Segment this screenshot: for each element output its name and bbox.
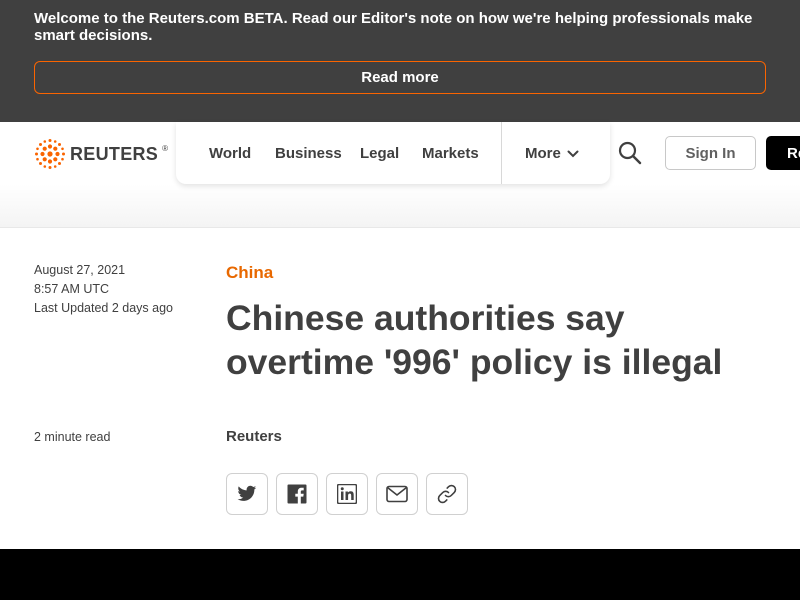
- nav-legal[interactable]: Legal: [360, 145, 399, 162]
- share-twitter-button[interactable]: [226, 473, 268, 515]
- nav-more-menu[interactable]: More: [525, 145, 579, 162]
- nav-business[interactable]: Business: [275, 145, 342, 162]
- link-icon: [437, 484, 457, 504]
- twitter-icon: [237, 485, 257, 501]
- chevron-down-icon: [567, 150, 579, 157]
- read-more-button[interactable]: Read more: [34, 61, 766, 94]
- beta-banner: Welcome to the Reuters.com BETA. Read ou…: [0, 0, 800, 122]
- register-button[interactable]: Register: [766, 136, 800, 170]
- reuters-logo[interactable]: REUTERS ®: [34, 138, 168, 170]
- search-button[interactable]: [617, 140, 643, 166]
- read-time: 2 minute read: [34, 430, 111, 444]
- share-linkedin-button[interactable]: [326, 473, 368, 515]
- article-author-link[interactable]: Reuters: [226, 428, 282, 445]
- logo-wordmark: REUTERS: [70, 143, 159, 164]
- facebook-icon: [287, 484, 307, 504]
- article-last-updated: Last Updated 2 days ago: [34, 301, 173, 315]
- reuters-logo-icon: [35, 139, 65, 169]
- logo-registered-mark: ®: [162, 143, 169, 153]
- article-time: 8:57 AM UTC: [34, 282, 110, 296]
- search-icon: [618, 141, 642, 165]
- linkedin-icon: [337, 484, 357, 504]
- sign-in-button[interactable]: Sign In: [665, 136, 756, 170]
- share-email-button[interactable]: [376, 473, 418, 515]
- share-facebook-button[interactable]: [276, 473, 318, 515]
- header-separator: [0, 227, 800, 228]
- nav-more-label: More: [525, 145, 561, 162]
- email-icon: [386, 485, 408, 503]
- copy-link-button[interactable]: [426, 473, 468, 515]
- register-label: Register: [787, 144, 800, 162]
- share-buttons: [226, 473, 468, 515]
- bottom-ad-bar: [0, 549, 800, 600]
- nav-divider: [501, 122, 502, 184]
- article-category-link[interactable]: China: [226, 263, 273, 283]
- header-fade: [0, 184, 800, 227]
- article-headline: Chinese authorities say overtime '996' p…: [226, 298, 723, 382]
- article-date: August 27, 2021: [34, 263, 126, 277]
- banner-message: Welcome to the Reuters.com BETA. Read ou…: [34, 10, 753, 44]
- nav-markets[interactable]: Markets: [422, 145, 479, 162]
- nav-world[interactable]: World: [209, 145, 251, 162]
- main-nav: World Business Legal Markets More: [176, 122, 610, 184]
